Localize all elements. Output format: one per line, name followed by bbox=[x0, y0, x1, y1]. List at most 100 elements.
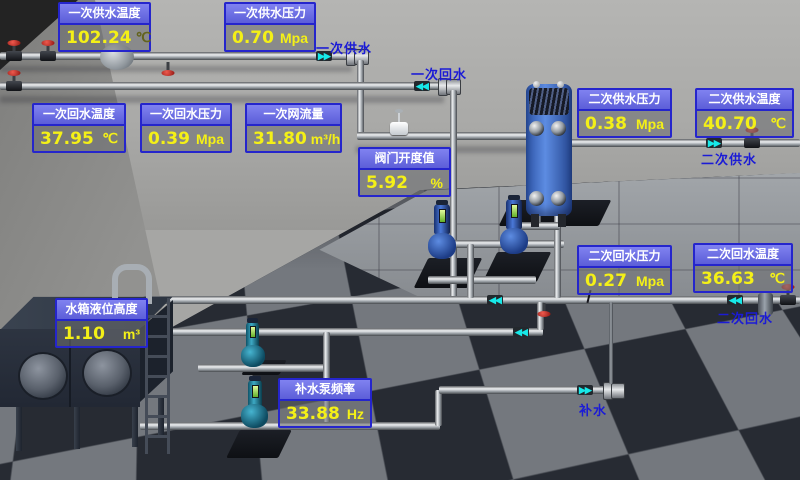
box-unit: Mpa bbox=[636, 116, 664, 132]
hx-leg bbox=[531, 214, 539, 227]
tank-leg bbox=[16, 407, 22, 451]
pipe-label-secondary-supply: 二次供水 bbox=[701, 149, 757, 168]
box-value: 40.70 bbox=[703, 114, 757, 134]
valve-icon[interactable] bbox=[6, 81, 22, 91]
valve-icon[interactable] bbox=[6, 51, 22, 61]
flow-left-icon: ◀◀ bbox=[513, 327, 529, 337]
pipe-primary-supply-drop bbox=[357, 60, 364, 136]
data-box-secondary-return-temp: 二次回水温度 36.63 ℃ bbox=[693, 243, 793, 293]
box-unit: m³/h bbox=[311, 131, 341, 147]
box-label: 一次供水温度 bbox=[60, 4, 149, 25]
data-box-primary-return-pressure: 一次回水压力 0.39 Mpa bbox=[140, 103, 232, 153]
pipe-shadow bbox=[0, 66, 352, 72]
drain-valve-icon[interactable] bbox=[162, 62, 174, 70]
data-box-secondary-supply-temp: 二次供水温度 40.70 ℃ bbox=[695, 88, 794, 138]
tank-leg bbox=[74, 407, 80, 449]
control-valve-icon[interactable] bbox=[390, 122, 408, 135]
box-unit: Mpa bbox=[196, 131, 224, 147]
pipe-label-makeup-water: 补水 bbox=[579, 400, 607, 419]
box-value: 1.10 bbox=[63, 324, 105, 344]
box-unit: m³ bbox=[123, 326, 140, 342]
box-label: 补水泵频率 bbox=[280, 380, 370, 401]
pipe-tank-out bbox=[143, 328, 543, 336]
box-label: 二次回水温度 bbox=[695, 245, 791, 266]
box-value: 5.92 bbox=[366, 173, 408, 193]
drain-valve-icon[interactable] bbox=[538, 303, 550, 311]
data-box-valve-opening: 阀门开度值 5.92% bbox=[358, 147, 451, 197]
valve-icon[interactable] bbox=[744, 138, 760, 148]
box-unit: ℃ bbox=[102, 130, 118, 147]
hx-leg bbox=[558, 214, 566, 227]
valve-icon[interactable] bbox=[780, 295, 796, 305]
box-label: 二次回水压力 bbox=[579, 247, 670, 268]
box-unit: Mpa bbox=[280, 30, 308, 46]
box-label: 一次供水压力 bbox=[226, 4, 314, 25]
makeup-pump-1-volute[interactable] bbox=[241, 345, 265, 367]
box-value: 0.39 bbox=[148, 129, 190, 149]
flow-left-icon: ◀◀ bbox=[487, 295, 503, 305]
tank-ladder bbox=[145, 298, 170, 454]
pipe-cap bbox=[611, 383, 625, 399]
flow-left-icon: ◀◀ bbox=[727, 295, 743, 305]
pump-indicator-icon bbox=[511, 204, 518, 218]
box-unit: Mpa bbox=[636, 273, 664, 289]
box-unit: ℃ bbox=[136, 29, 152, 46]
pipe-manifold-drop bbox=[467, 244, 474, 298]
data-box-primary-supply-pressure: 一次供水压力 0.70 Mpa bbox=[224, 2, 316, 52]
makeup-pump-2-volute[interactable] bbox=[241, 404, 268, 428]
box-label: 二次供水压力 bbox=[579, 90, 670, 111]
flow-right-icon: ▶▶ bbox=[706, 138, 722, 148]
hx-bolt-icon bbox=[533, 81, 540, 88]
box-value: 36.63 bbox=[701, 269, 755, 289]
box-value: 33.88 bbox=[286, 404, 340, 424]
pipe-primary-return-drop bbox=[450, 90, 457, 300]
pipe-label-primary-return: 一次回水 bbox=[411, 64, 467, 83]
box-label: 水箱液位高度 bbox=[57, 300, 146, 321]
box-unit: Hz bbox=[347, 406, 364, 422]
data-box-primary-return-temp: 一次回水温度 37.95 ℃ bbox=[32, 103, 126, 153]
box-value: 31.80 bbox=[253, 129, 307, 149]
box-value: 0.70 bbox=[232, 28, 274, 48]
pipe-makeup-upper bbox=[198, 364, 330, 372]
pipe-makeup-riser bbox=[435, 390, 442, 426]
box-value: 37.95 bbox=[40, 129, 94, 149]
pump-indicator-icon bbox=[439, 209, 446, 223]
box-value: 0.27 bbox=[585, 271, 627, 291]
box-value: 0.38 bbox=[585, 114, 627, 134]
data-box-makeup-pump-frequency: 补水泵频率 33.88 Hz bbox=[278, 378, 372, 428]
circulation-pump-1-volute[interactable] bbox=[428, 233, 456, 259]
pump-indicator-icon bbox=[250, 326, 256, 338]
data-box-tank-level: 水箱液位高度 1.10 m³ bbox=[55, 298, 148, 348]
hx-plate-pack bbox=[529, 88, 569, 115]
box-unit: ℃ bbox=[769, 270, 785, 287]
pipe-pump-manifold-bottom bbox=[428, 276, 536, 284]
box-label: 阀门开度值 bbox=[360, 149, 449, 170]
pipe-label-primary-supply: 一次供水 bbox=[316, 38, 372, 57]
data-box-secondary-supply-pressure: 二次供水压力 0.38 Mpa bbox=[577, 88, 672, 138]
hx-port-icon bbox=[551, 191, 566, 206]
box-unit: ℃ bbox=[770, 115, 786, 132]
box-label: 一次网流量 bbox=[247, 105, 340, 126]
hx-port-icon bbox=[529, 191, 544, 206]
box-label: 一次回水压力 bbox=[142, 105, 230, 126]
hmi-heat-exchange-station: ▶▶ ◀◀ ▶▶ ◀◀ ◀◀ ◀◀ ▶▶ bbox=[0, 0, 800, 480]
data-box-primary-supply-temp: 一次供水温度 102.24℃ bbox=[58, 2, 151, 52]
data-box-secondary-return-pressure: 二次回水压力 0.27 Mpa bbox=[577, 245, 672, 295]
pipe-label-secondary-return: 二次回水 bbox=[717, 308, 773, 327]
tank-manhole-icon bbox=[18, 352, 68, 400]
data-box-primary-net-flow: 一次网流量 31.80m³/h bbox=[245, 103, 342, 153]
box-label: 二次供水温度 bbox=[697, 90, 792, 111]
hx-bolt-icon bbox=[557, 81, 564, 88]
pipe-makeup-thin-riser bbox=[609, 302, 613, 384]
pipe-primary-return bbox=[0, 82, 442, 90]
pump-indicator-icon bbox=[252, 385, 259, 398]
valve-icon[interactable] bbox=[40, 51, 56, 61]
flow-right-icon: ▶▶ bbox=[577, 385, 593, 395]
box-label: 一次回水温度 bbox=[34, 105, 124, 126]
box-value: 102.24 bbox=[66, 28, 132, 48]
hx-port-icon bbox=[529, 121, 544, 136]
box-unit: % bbox=[431, 175, 443, 191]
tank-leg bbox=[132, 407, 138, 447]
circulation-pump-2-volute[interactable] bbox=[500, 228, 528, 254]
pipe-primary-supply-to-hx bbox=[357, 132, 537, 140]
